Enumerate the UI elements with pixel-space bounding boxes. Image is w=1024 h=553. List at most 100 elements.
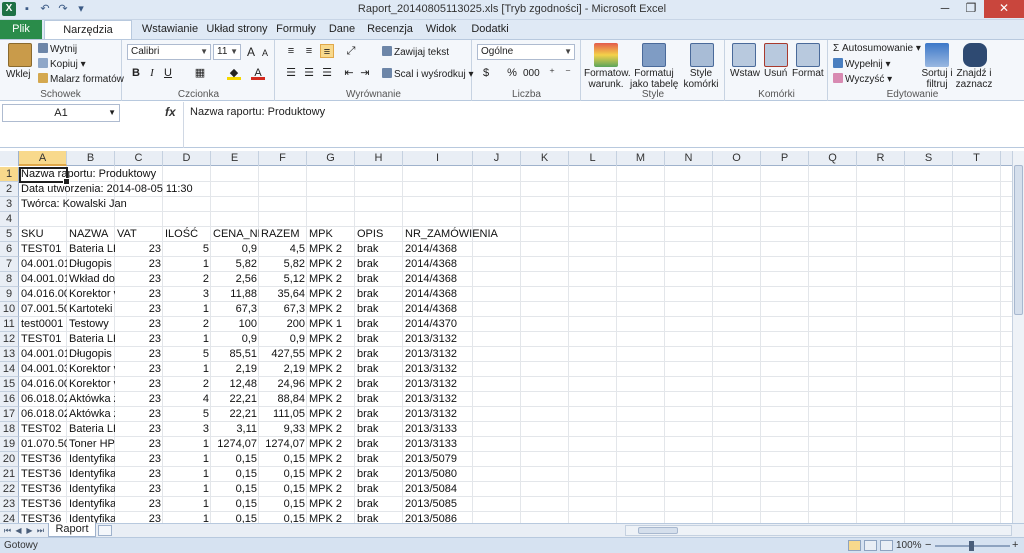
column-header-f[interactable]: F bbox=[259, 151, 307, 166]
row-header[interactable]: 22 bbox=[0, 482, 19, 497]
font-name-select[interactable]: Calibri ▼ bbox=[127, 44, 211, 60]
cell-f19[interactable]: 1274,07 bbox=[259, 437, 307, 452]
row-header[interactable]: 9 bbox=[0, 287, 19, 302]
cell-d8[interactable]: 2 bbox=[163, 272, 211, 287]
cell-a9[interactable]: 04.016.007 bbox=[19, 287, 67, 302]
row-header[interactable]: 13 bbox=[0, 347, 19, 362]
cell-d12[interactable]: 1 bbox=[163, 332, 211, 347]
cell-g24[interactable]: MPK 2 bbox=[307, 512, 355, 523]
cell-g13[interactable]: MPK 2 bbox=[307, 347, 355, 362]
format-painter-button[interactable]: Malarz formatów bbox=[38, 73, 124, 85]
cell-c22[interactable]: 23 bbox=[115, 482, 163, 497]
select-all-corner[interactable] bbox=[0, 151, 19, 166]
cell-a20[interactable]: TEST36 bbox=[19, 452, 67, 467]
cell-e21[interactable]: 0,15 bbox=[211, 467, 259, 482]
cell-a23[interactable]: TEST36 bbox=[19, 497, 67, 512]
insert-button[interactable]: Wstaw bbox=[730, 68, 760, 79]
close-button[interactable]: ✕ bbox=[984, 0, 1024, 18]
zoom-level[interactable]: 100% bbox=[896, 540, 922, 551]
horizontal-scrollbar[interactable] bbox=[625, 525, 1012, 536]
cell-d21[interactable]: 1 bbox=[163, 467, 211, 482]
zoom-slider[interactable] bbox=[935, 541, 1010, 551]
cell-g18[interactable]: MPK 2 bbox=[307, 422, 355, 437]
page-layout-view-icon[interactable] bbox=[864, 540, 877, 551]
cell-f8[interactable]: 5,12 bbox=[259, 272, 307, 287]
cell-e18[interactable]: 3,11 bbox=[211, 422, 259, 437]
column-header-p[interactable]: P bbox=[761, 151, 809, 166]
cell-c10[interactable]: 23 bbox=[115, 302, 163, 317]
tab-data[interactable]: Dane bbox=[326, 20, 358, 39]
cell-g19[interactable]: MPK 2 bbox=[307, 437, 355, 452]
cell-c19[interactable]: 23 bbox=[115, 437, 163, 452]
cell-i17[interactable]: 2013/3132 bbox=[403, 407, 473, 422]
row-header[interactable]: 6 bbox=[0, 242, 19, 257]
cell-i5[interactable]: NR_ZAMÓWIENIA bbox=[403, 227, 498, 242]
column-header-a[interactable]: A bbox=[19, 151, 67, 166]
cell-a22[interactable]: TEST36 bbox=[19, 482, 67, 497]
insert-sheet-icon[interactable] bbox=[98, 525, 112, 536]
font-size-select[interactable]: 11 ▼ bbox=[213, 44, 241, 60]
cell-f11[interactable]: 200 bbox=[259, 317, 307, 332]
cell-h21[interactable]: brak bbox=[355, 467, 403, 482]
minimize-button[interactable]: ─ bbox=[932, 0, 958, 18]
row-header[interactable]: 15 bbox=[0, 377, 19, 392]
cell-i22[interactable]: 2013/5084 bbox=[403, 482, 473, 497]
cell-f23[interactable]: 0,15 bbox=[259, 497, 307, 512]
zoom-in-button[interactable]: + bbox=[1012, 539, 1018, 551]
cell-a21[interactable]: TEST36 bbox=[19, 467, 67, 482]
cell-i21[interactable]: 2013/5080 bbox=[403, 467, 473, 482]
paste-button[interactable]: Wklej bbox=[6, 69, 30, 80]
cell-g6[interactable]: MPK 2 bbox=[307, 242, 355, 257]
cell-c24[interactable]: 23 bbox=[115, 512, 163, 523]
cell-e20[interactable]: 0,15 bbox=[211, 452, 259, 467]
cell-i15[interactable]: 2013/3132 bbox=[403, 377, 473, 392]
cell-b10[interactable]: Kartoteki bbox=[67, 302, 115, 317]
cell-h7[interactable]: brak bbox=[355, 257, 403, 272]
column-header-n[interactable]: N bbox=[665, 151, 713, 166]
column-header-c[interactable]: C bbox=[115, 151, 163, 166]
cell-c23[interactable]: 23 bbox=[115, 497, 163, 512]
clear-button[interactable]: Wyczyść ▾ bbox=[833, 73, 892, 85]
cell-a17[interactable]: 06.018.022 bbox=[19, 407, 67, 422]
cell-b11[interactable]: Testowy bbox=[67, 317, 115, 332]
row-header[interactable]: 4 bbox=[0, 212, 19, 227]
cell-f12[interactable]: 0,9 bbox=[259, 332, 307, 347]
thousands-button[interactable]: 000 bbox=[523, 68, 540, 79]
cell-g23[interactable]: MPK 2 bbox=[307, 497, 355, 512]
cell-h17[interactable]: brak bbox=[355, 407, 403, 422]
cell-c11[interactable]: 23 bbox=[115, 317, 163, 332]
align-center-icon[interactable]: ☰ bbox=[302, 66, 316, 80]
cell-b7[interactable]: Długopis a bbox=[67, 257, 115, 272]
cell-h22[interactable]: brak bbox=[355, 482, 403, 497]
cell-b9[interactable]: Korektor v bbox=[67, 287, 115, 302]
row-header[interactable]: 3 bbox=[0, 197, 19, 212]
cell-f20[interactable]: 0,15 bbox=[259, 452, 307, 467]
row-header[interactable]: 23 bbox=[0, 497, 19, 512]
column-header-q[interactable]: Q bbox=[809, 151, 857, 166]
cell-b17[interactable]: Aktówka z bbox=[67, 407, 115, 422]
column-header-b[interactable]: B bbox=[67, 151, 115, 166]
delete-cells-icon[interactable] bbox=[764, 43, 788, 67]
vertical-scrollbar[interactable] bbox=[1012, 151, 1024, 523]
align-middle-icon[interactable]: ≡ bbox=[302, 44, 316, 58]
cell-b19[interactable]: Toner HP bbox=[67, 437, 115, 452]
decrease-indent-icon[interactable]: ⇤ bbox=[342, 66, 356, 80]
cell-a13[interactable]: 04.001.017 bbox=[19, 347, 67, 362]
copy-button[interactable]: Kopiuj ▾ bbox=[38, 58, 86, 70]
cell-h23[interactable]: brak bbox=[355, 497, 403, 512]
cell-d11[interactable]: 2 bbox=[163, 317, 211, 332]
restore-button[interactable]: ❐ bbox=[958, 0, 984, 18]
insert-cells-icon[interactable] bbox=[732, 43, 756, 67]
cell-b23[interactable]: Identyfika bbox=[67, 497, 115, 512]
cell-f7[interactable]: 5,82 bbox=[259, 257, 307, 272]
cell-f10[interactable]: 67,3 bbox=[259, 302, 307, 317]
grow-font-button[interactable]: A bbox=[244, 45, 258, 59]
cell-e8[interactable]: 2,56 bbox=[211, 272, 259, 287]
column-header-j[interactable]: J bbox=[473, 151, 521, 166]
cell-styles-icon[interactable] bbox=[690, 43, 714, 67]
cell-a6[interactable]: TEST01 bbox=[19, 242, 67, 257]
row-header[interactable]: 20 bbox=[0, 452, 19, 467]
cell-e9[interactable]: 11,88 bbox=[211, 287, 259, 302]
cell-g22[interactable]: MPK 2 bbox=[307, 482, 355, 497]
cell-a14[interactable]: 04.001.033 bbox=[19, 362, 67, 377]
